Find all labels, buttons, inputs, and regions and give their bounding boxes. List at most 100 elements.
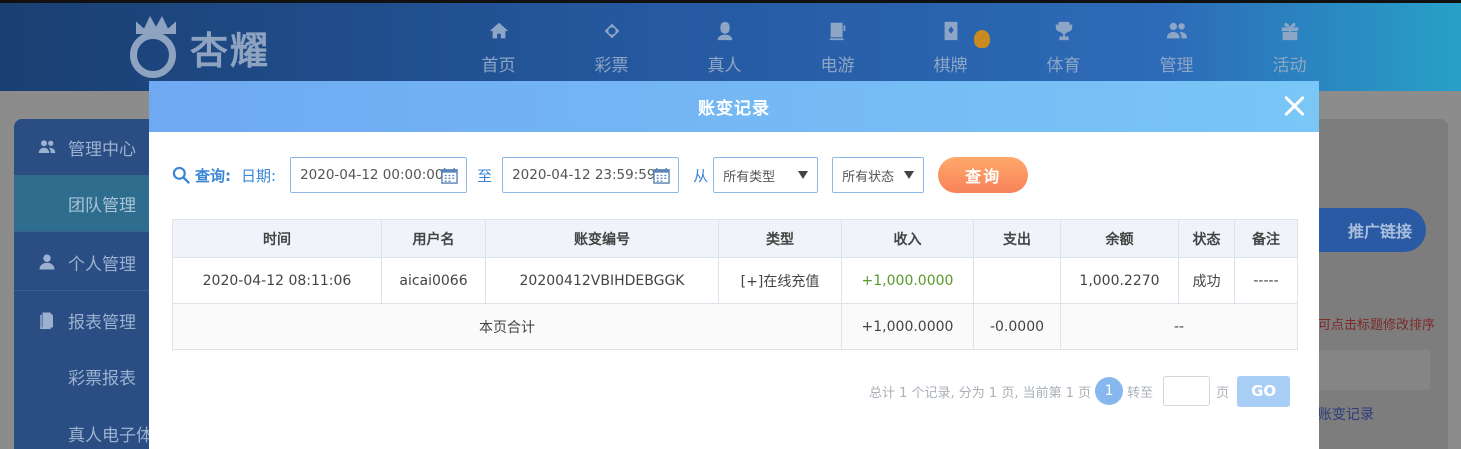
site-logo[interactable]: 杏耀 [128,12,293,82]
goto-label: 转至 [1127,385,1154,401]
type-select-value: 所有类型 [723,169,776,185]
table-total-row: 本页合计 +1,000.0000 -0.0000 -- [172,303,1298,350]
ledger-link[interactable]: 账变记录 [1318,404,1374,424]
cell-balance: 1,000.2270 [1060,257,1179,304]
query-label: 查询: [171,165,231,186]
lottery-icon [600,19,624,43]
col-remark[interactable]: 备注 [1234,219,1298,258]
col-transaction-id[interactable]: 账变编号 [485,219,719,258]
total-expense: -0.0000 [973,303,1061,350]
pagination: 总计 1 个记录, 分为 1 页, 当前第 1 页 1 转至 页 GO [869,375,1291,407]
nav-label: 真人 [707,56,742,76]
end-date-value: 2020-04-12 23:59:59 [512,167,656,183]
col-status[interactable]: 状态 [1178,219,1235,258]
cell-username: aicai0066 [381,257,486,304]
modal-title: 账变记录 [698,99,770,119]
nav-label: 电游 [820,56,855,76]
nav-item-lottery[interactable]: 彩票 [555,14,668,78]
table-row: 2020-04-12 08:11:06 aicai0066 20200412VB… [172,257,1298,304]
trophy-icon [1052,19,1076,43]
pagination-summary: 总计 1 个记录, 分为 1 页, 当前第 1 页 [869,385,1092,401]
sidebar-item-label: 彩票报表 [68,368,136,389]
nav-label: 管理 [1159,56,1194,76]
search-button[interactable]: 查询 [938,157,1029,193]
sidebar-item-label: 团队管理 [68,195,136,216]
total-income: +1,000.0000 [841,303,974,350]
go-button[interactable]: GO [1237,375,1291,407]
type-select[interactable]: 所有类型 [713,157,819,193]
col-balance[interactable]: 余额 [1060,219,1179,258]
col-time[interactable]: 时间 [172,219,382,258]
nav-item-live[interactable]: 真人 [668,14,781,78]
total-label: 本页合计 [172,303,842,350]
cell-type: [+]在线充值 [718,257,842,304]
col-expense[interactable]: 支出 [973,219,1061,258]
end-date-input[interactable]: 2020-04-12 23:59:59 [502,157,680,193]
promo-link-button[interactable]: 推广链接 [1318,208,1426,252]
nav-item-events[interactable]: 活动 [1233,14,1346,78]
cards-icon [939,19,963,43]
goto-page-input[interactable] [1163,376,1211,406]
page-unit-label: 页 [1216,385,1230,401]
close-icon[interactable] [1281,93,1307,119]
sidebar-item-label: 管理中心 [68,139,136,160]
status-select[interactable]: 所有状态 [832,157,925,193]
dropdown-arrow-icon [904,171,915,179]
cell-expense [973,257,1061,304]
table-header-block [1318,350,1430,390]
nav-label: 体育 [1046,56,1081,76]
search-icon [172,166,190,184]
table-header-row: 时间 用户名 账变编号 类型 收入 支出 余额 状态 备注 [172,219,1298,258]
site-header: 杏耀 首页 彩票 真人 电游 棋牌 体育 管理 活动 [0,0,1461,91]
hot-badge-icon [974,30,990,48]
ledger-table: 时间 用户名 账变编号 类型 收入 支出 余额 状态 备注 2020-04-12… [172,219,1298,350]
nav-item-sports[interactable]: 体育 [1007,14,1120,78]
crown-logo-icon [128,16,186,78]
nav-item-manage[interactable]: 管理 [1120,14,1233,78]
col-type[interactable]: 类型 [718,219,842,258]
total-rest: -- [1060,303,1298,350]
home-icon [487,19,511,43]
status-select-value: 所有状态 [842,169,895,185]
main-nav: 首页 彩票 真人 电游 棋牌 体育 管理 活动 [442,14,1346,78]
filter-bar: 查询: 日期: 2020-04-12 00:00:00 至 2020-04-12… [171,157,1029,193]
sidebar-item-label: 真人电子体 [68,425,153,446]
date-separator: 至 [477,166,493,185]
nav-label: 首页 [481,56,516,76]
users-icon [38,138,56,156]
start-date-value: 2020-04-12 00:00:00 [300,167,444,183]
nav-label: 彩票 [594,56,629,76]
date-label: 日期: [241,166,277,185]
cell-income: +1,000.0000 [841,257,974,304]
ledger-modal: 账变记录 查询: 日期: 2020-04-12 00:00:00 至 2020-… [149,81,1319,449]
start-date-input[interactable]: 2020-04-12 00:00:00 [290,157,468,193]
brand-name: 杏耀 [190,28,271,73]
cell-time: 2020-04-12 08:11:06 [172,257,382,304]
dropdown-arrow-icon [798,171,809,179]
users-icon [1165,19,1189,43]
user-icon [38,253,56,271]
nav-item-slots[interactable]: 电游 [781,14,894,78]
cell-remark: ----- [1234,257,1298,304]
calendar-icon[interactable] [441,167,458,184]
sort-hint: 可点击标题修改排序 [1318,318,1436,333]
cell-transaction-id: 20200412VBIHDEBGGK [485,257,719,304]
content-panel [1318,119,1448,449]
sidebar-item-label: 个人管理 [68,254,136,275]
nav-label: 棋牌 [933,56,968,76]
slot-machine-icon [826,19,850,43]
nav-item-home[interactable]: 首页 [442,14,555,78]
gift-icon [1278,19,1302,43]
page-number-button[interactable]: 1 [1095,377,1124,405]
modal-header: 账变记录 [149,81,1319,132]
cell-status: 成功 [1178,257,1235,304]
col-income[interactable]: 收入 [841,219,974,258]
query-label-text: 查询: [195,166,231,185]
calendar-icon[interactable] [653,167,670,184]
nav-item-cards[interactable]: 棋牌 [894,14,1007,78]
live-dealer-icon [713,19,737,43]
report-icon [38,311,56,329]
col-username[interactable]: 用户名 [381,219,486,258]
sidebar-item-label: 报表管理 [68,312,136,333]
from-label: 从 [693,166,709,185]
